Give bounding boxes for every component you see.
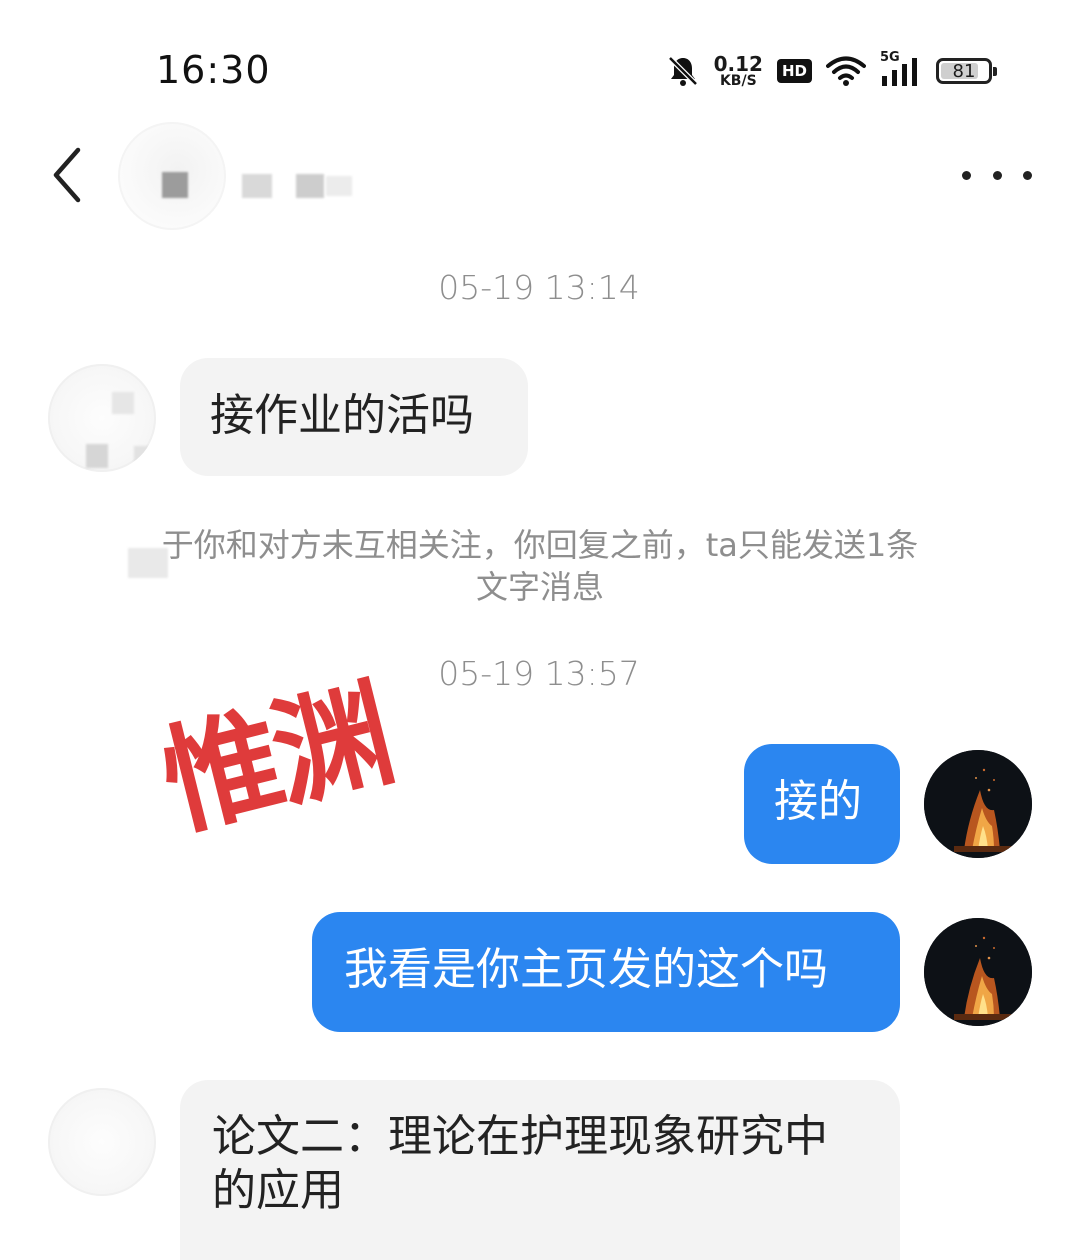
- message-timestamp: 05-19 13:14: [438, 268, 640, 307]
- blur-block: [296, 174, 324, 198]
- status-time: 16:30: [156, 48, 271, 92]
- sender-avatar[interactable]: [48, 364, 156, 472]
- more-dots-icon: [1023, 170, 1032, 180]
- bell-muted-icon: [667, 56, 698, 86]
- blur-block: [162, 172, 188, 198]
- signal-group: 5G: [880, 50, 922, 86]
- wifi-icon: [826, 56, 866, 86]
- net-speed-value: 0.12: [713, 52, 763, 76]
- hd-badge: HD: [776, 59, 812, 83]
- more-options-button[interactable]: [962, 160, 1032, 190]
- chat-screen: 16:30 0.12 KB/S HD 5G 81 05-19 13:14 接作业…: [0, 0, 1078, 1260]
- blur-block: [112, 392, 134, 414]
- more-dots-icon: [962, 170, 971, 180]
- incoming-message-bubble[interactable]: 接作业的活吗: [180, 358, 528, 476]
- battery-icon: 81: [936, 58, 997, 84]
- follow-restriction-notice: 于你和对方未互相关注，你回复之前，ta只能发送1条文字消息: [161, 526, 919, 606]
- outgoing-message-bubble[interactable]: 接的: [744, 744, 900, 864]
- blur-block: [134, 446, 156, 468]
- my-avatar[interactable]: [924, 750, 1032, 858]
- net-speed: 0.12 KB/S: [714, 54, 763, 88]
- my-avatar[interactable]: [924, 918, 1032, 1026]
- battery-level: 81: [952, 60, 976, 82]
- chevron-left-icon: [53, 147, 81, 203]
- more-dots-icon: [992, 170, 1002, 180]
- blur-block: [242, 174, 272, 198]
- back-button[interactable]: [40, 140, 100, 210]
- outgoing-message-bubble[interactable]: 我看是你主页发的这个吗: [312, 912, 900, 1032]
- blur-block: [326, 176, 352, 196]
- incoming-message-bubble[interactable]: 论文二：理论在护理现象研究中的应用: [180, 1080, 900, 1260]
- blur-block: [128, 548, 168, 578]
- net-speed-unit: KB/S: [719, 73, 757, 89]
- sender-avatar[interactable]: [48, 1088, 156, 1196]
- network-label: 5G: [880, 50, 900, 65]
- campfire-icon: [924, 918, 1032, 1026]
- status-icons: 0.12 KB/S HD 5G 81: [666, 50, 997, 92]
- blur-block: [86, 444, 108, 468]
- campfire-icon: [924, 750, 1032, 858]
